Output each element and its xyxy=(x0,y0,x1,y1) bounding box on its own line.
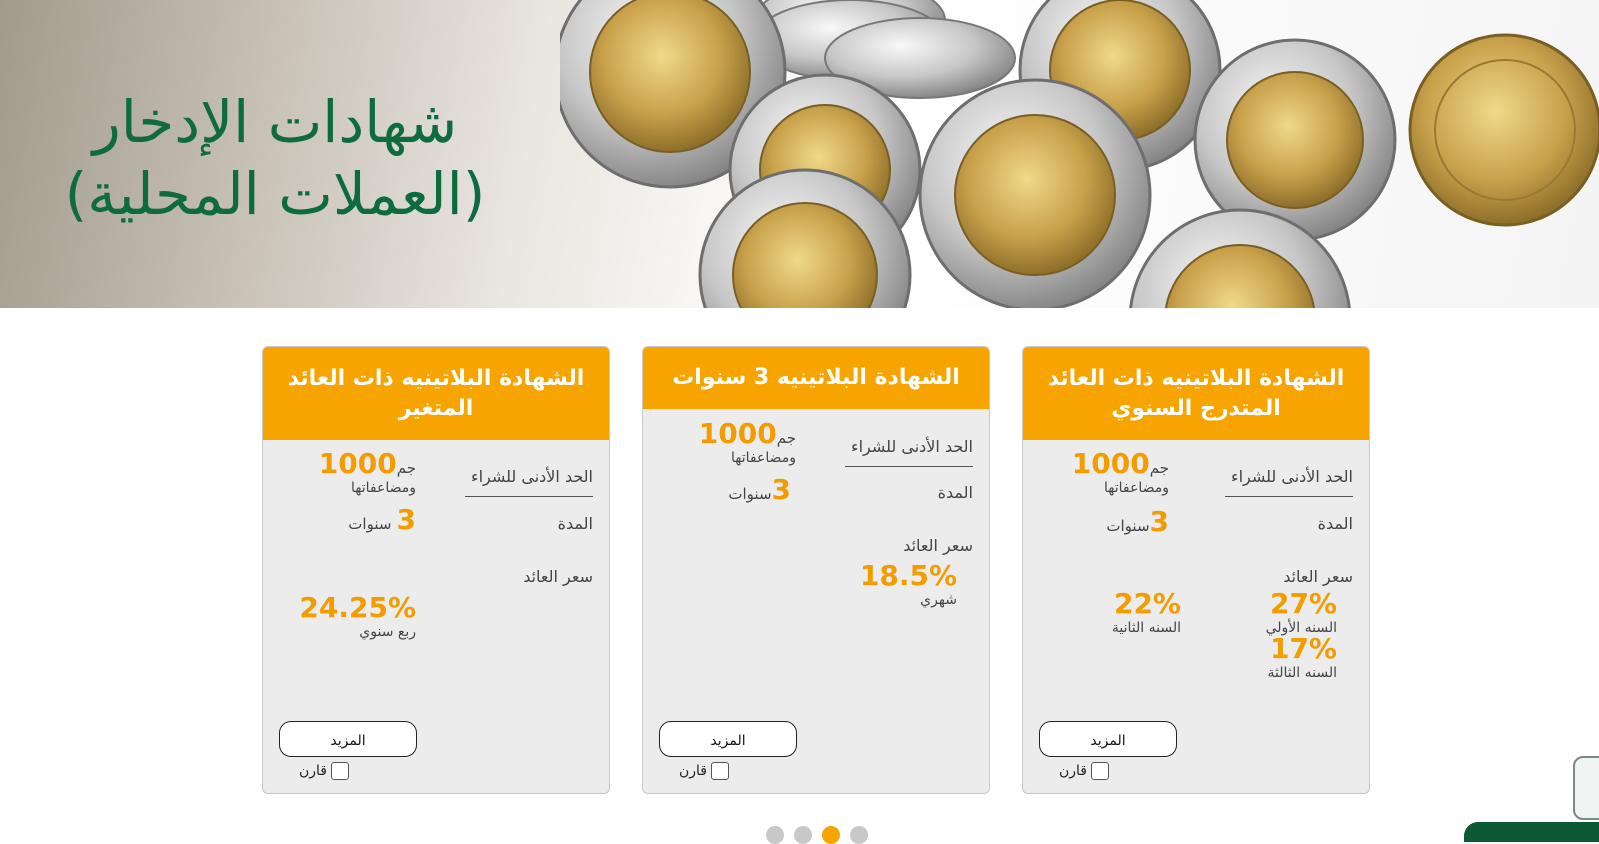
compare-label: قارن xyxy=(1059,763,1087,779)
hero-banner: شهادات الإدخار (العملات المحلية) xyxy=(0,0,1599,308)
help-bar[interactable] xyxy=(1464,822,1599,842)
carousel-dot-active[interactable] xyxy=(822,826,840,844)
duration-number: 3 xyxy=(771,473,791,506)
min-purchase-label: الحد الأدنى للشراء xyxy=(845,437,973,467)
more-button[interactable]: المزيد xyxy=(279,721,417,757)
rate-label: سعر العائد xyxy=(523,567,593,586)
duration-value: 3 سنوات xyxy=(348,505,416,535)
duration-number: 3 xyxy=(1149,505,1169,538)
currency-label: جم xyxy=(776,429,796,447)
currency-label: جم xyxy=(1149,459,1169,477)
more-button[interactable]: المزيد xyxy=(659,721,797,757)
checkbox-icon[interactable] xyxy=(1091,762,1109,780)
compare-label: قارن xyxy=(679,763,707,779)
duration-label: المدة xyxy=(557,514,593,533)
multiples-label: ومضاعفاتها xyxy=(351,480,416,496)
rate-monthly: 18.5% شهري xyxy=(859,559,957,609)
rate-label: سعر العائد xyxy=(1283,567,1353,586)
carousel-dot[interactable] xyxy=(850,826,868,844)
duration-unit: سنوات xyxy=(1106,517,1150,535)
rate-year2: 22% السنه الثانية xyxy=(1111,587,1181,637)
certificate-card-3years: الشهادة البلاتينيه 3 سنوات الحد الأدنى ل… xyxy=(642,346,990,794)
checkbox-icon[interactable] xyxy=(331,762,349,780)
multiples-label: ومضاعفاتها xyxy=(1104,480,1169,496)
duration-label: المدة xyxy=(937,483,973,502)
duration-number: 3 xyxy=(396,503,416,536)
min-purchase-label: الحد الأدنى للشراء xyxy=(1225,467,1353,497)
more-button[interactable]: المزيد xyxy=(1039,721,1177,757)
compare-checkbox[interactable]: قارن xyxy=(679,762,729,780)
duration-label: المدة xyxy=(1317,514,1353,533)
min-purchase-value: جم1000 ومضاعفاتها xyxy=(1072,449,1169,497)
carousel-dot[interactable] xyxy=(794,826,812,844)
rate-year3: 17% السنه الثالثة xyxy=(1267,632,1337,682)
card-title: الشهادة البلاتينيه 3 سنوات xyxy=(643,347,989,409)
card-title: الشهادة البلاتينيه ذات العائد المتدرج ال… xyxy=(1023,347,1369,440)
hero-title-line1: شهادات الإدخار xyxy=(92,88,458,156)
chat-bot-icon[interactable] xyxy=(1573,756,1599,820)
card-title: الشهادة البلاتينيه ذات العائد المتغير xyxy=(263,347,609,440)
min-amount: 1000 xyxy=(698,417,777,450)
rate-year1: 27% السنه الأولي xyxy=(1265,587,1337,637)
min-purchase-value: جم1000 ومضاعفاتها xyxy=(699,419,796,467)
coins-image xyxy=(560,0,1599,308)
min-amount: 1000 xyxy=(318,447,397,480)
min-purchase-label: الحد الأدنى للشراء xyxy=(465,467,593,497)
duration-value: 3سنوات xyxy=(728,475,791,505)
checkbox-icon[interactable] xyxy=(711,762,729,780)
compare-checkbox[interactable]: قارن xyxy=(1059,762,1109,780)
carousel-dot[interactable] xyxy=(766,826,784,844)
hero-title-line2: (العملات المحلية) xyxy=(64,160,486,228)
carousel-dots xyxy=(766,826,868,844)
certificate-card-variable: الشهادة البلاتينيه ذات العائد المتغير ال… xyxy=(262,346,610,794)
certificate-card-graduated: الشهادة البلاتينيه ذات العائد المتدرج ال… xyxy=(1022,346,1370,794)
min-amount: 1000 xyxy=(1071,447,1150,480)
duration-unit: سنوات xyxy=(728,485,772,503)
compare-checkbox[interactable]: قارن xyxy=(299,762,349,780)
hero-title: شهادات الإدخار (العملات المحلية) xyxy=(40,86,510,230)
rate-quarterly: 24.25% ربع سنوي xyxy=(299,591,416,641)
multiples-label: ومضاعفاتها xyxy=(731,450,796,466)
rate-label: سعر العائد xyxy=(903,536,973,555)
currency-label: جم xyxy=(396,459,416,477)
duration-unit: سنوات xyxy=(348,515,392,533)
compare-label: قارن xyxy=(299,763,327,779)
min-purchase-value: جم1000 ومضاعفاتها xyxy=(319,449,416,497)
duration-value: 3سنوات xyxy=(1106,507,1169,537)
